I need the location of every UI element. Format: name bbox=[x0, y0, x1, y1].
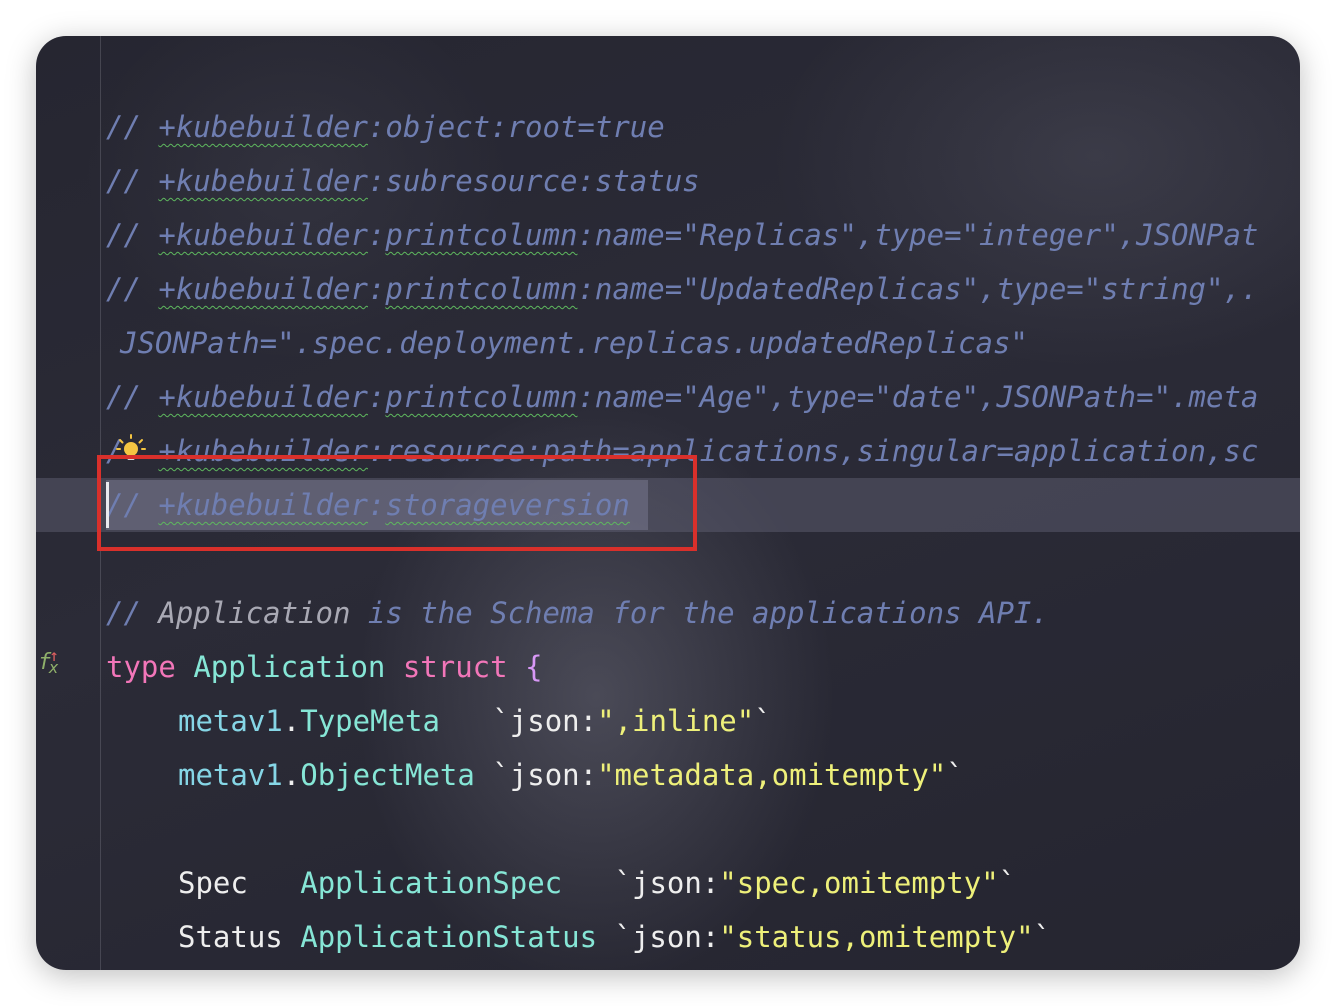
comment-slashes: // bbox=[106, 110, 141, 144]
printcolumn-marker: printcolumn bbox=[385, 218, 578, 252]
struct-tag-open: `json: bbox=[492, 704, 598, 738]
struct-declaration[interactable]: type Application struct { bbox=[106, 640, 543, 694]
struct-tag-close: ` bbox=[754, 704, 772, 738]
field-objectmeta[interactable]: metav1.ObjectMeta `json:"metadata,omitem… bbox=[178, 748, 964, 802]
field-typemeta[interactable]: metav1.TypeMeta `json:",inline"` bbox=[178, 694, 772, 748]
struct-tag-close: ` bbox=[998, 866, 1017, 900]
keyword-type: type bbox=[106, 650, 176, 684]
printcolumn-marker: printcolumn bbox=[385, 272, 578, 306]
field-spec[interactable]: Spec ApplicationSpec `json:"spec,omitemp… bbox=[178, 856, 1016, 910]
struct-tag-open: `json: bbox=[614, 920, 720, 954]
code-line-1[interactable]: // +kubebuilder:object:root=true bbox=[106, 100, 665, 154]
comment-slashes: // bbox=[106, 272, 141, 306]
padding bbox=[440, 704, 492, 738]
padding bbox=[562, 866, 614, 900]
doc-comment-text: is the Schema for the applications API. bbox=[367, 596, 1049, 630]
comment-slashes: // bbox=[106, 596, 141, 630]
struct-tag-open: `json: bbox=[492, 758, 598, 792]
marker-args: object:root=true bbox=[385, 110, 665, 144]
colon: : bbox=[367, 218, 386, 252]
code-line-5-wrapped[interactable]: JSONPath=".spec.deployment.replicas.upda… bbox=[120, 316, 1028, 370]
marker-args: :name="Replicas",type="integer",JSONPat bbox=[577, 218, 1259, 252]
package-name: metav1 bbox=[178, 758, 283, 792]
colon: : bbox=[367, 110, 386, 144]
dot: . bbox=[282, 704, 301, 738]
colon: : bbox=[367, 272, 386, 306]
highlight-box bbox=[97, 455, 697, 551]
printcolumn-marker: printcolumn bbox=[385, 380, 578, 414]
open-brace: { bbox=[525, 650, 543, 684]
kubebuilder-marker: +kubebuilder bbox=[158, 272, 368, 306]
field-name: Spec bbox=[178, 866, 248, 900]
padding bbox=[283, 920, 300, 954]
struct-tag-close: ` bbox=[946, 758, 964, 792]
fx-x: x bbox=[48, 658, 59, 677]
padding bbox=[248, 866, 300, 900]
kubebuilder-marker: +kubebuilder bbox=[158, 380, 368, 414]
code-line-6[interactable]: // +kubebuilder:printcolumn:name="Age",t… bbox=[106, 370, 1258, 424]
doc-comment-line[interactable]: // Application is the Schema for the app… bbox=[106, 586, 1049, 640]
marker-args: subresource:status bbox=[385, 164, 700, 198]
kubebuilder-marker: +kubebuilder bbox=[158, 164, 368, 198]
colon: : bbox=[367, 164, 386, 198]
padding bbox=[597, 920, 614, 954]
struct-tag-value: "status,omitempty" bbox=[719, 920, 1034, 954]
field-type: TypeMeta bbox=[300, 704, 440, 738]
padding bbox=[475, 758, 492, 792]
marker-args: :name="Age",type="date",JSONPath=".meta bbox=[577, 380, 1259, 414]
struct-tag-value: "spec,omitempty" bbox=[719, 866, 999, 900]
struct-tag-value: "metadata,omitempty" bbox=[597, 758, 947, 792]
field-status[interactable]: Status ApplicationStatus `json:"status,o… bbox=[178, 910, 1051, 964]
dot: . bbox=[282, 758, 301, 792]
marker-args: :name="UpdatedReplicas",type="string",. bbox=[577, 272, 1259, 306]
comment-slashes: // bbox=[106, 380, 141, 414]
package-name: metav1 bbox=[178, 704, 283, 738]
code-line-3[interactable]: // +kubebuilder:printcolumn:name="Replic… bbox=[106, 208, 1258, 262]
struct-name: Application bbox=[193, 650, 386, 684]
function-override-icon[interactable]: f↑x bbox=[38, 646, 71, 677]
keyword-struct: struct bbox=[402, 650, 508, 684]
doc-comment-identifier: Application bbox=[158, 596, 351, 630]
comment-slashes: // bbox=[106, 164, 141, 198]
kubebuilder-marker: +kubebuilder bbox=[158, 218, 368, 252]
field-type: ApplicationSpec bbox=[300, 866, 563, 900]
colon: : bbox=[367, 380, 386, 414]
field-type: ObjectMeta bbox=[300, 758, 475, 792]
code-line-4[interactable]: // +kubebuilder:printcolumn:name="Update… bbox=[106, 262, 1258, 316]
code-line-2[interactable]: // +kubebuilder:subresource:status bbox=[106, 154, 700, 208]
field-type: ApplicationStatus bbox=[300, 920, 598, 954]
struct-tag-value: ",inline" bbox=[597, 704, 755, 738]
marker-args: JSONPath=".spec.deployment.replicas.upda… bbox=[120, 326, 1028, 360]
code-editor: // +kubebuilder:object:root=true // +kub… bbox=[36, 36, 1300, 970]
struct-tag-close: ` bbox=[1033, 920, 1052, 954]
field-name: Status bbox=[178, 920, 283, 954]
comment-slashes: // bbox=[106, 218, 141, 252]
struct-tag-open: `json: bbox=[614, 866, 720, 900]
kubebuilder-marker: +kubebuilder bbox=[158, 110, 368, 144]
